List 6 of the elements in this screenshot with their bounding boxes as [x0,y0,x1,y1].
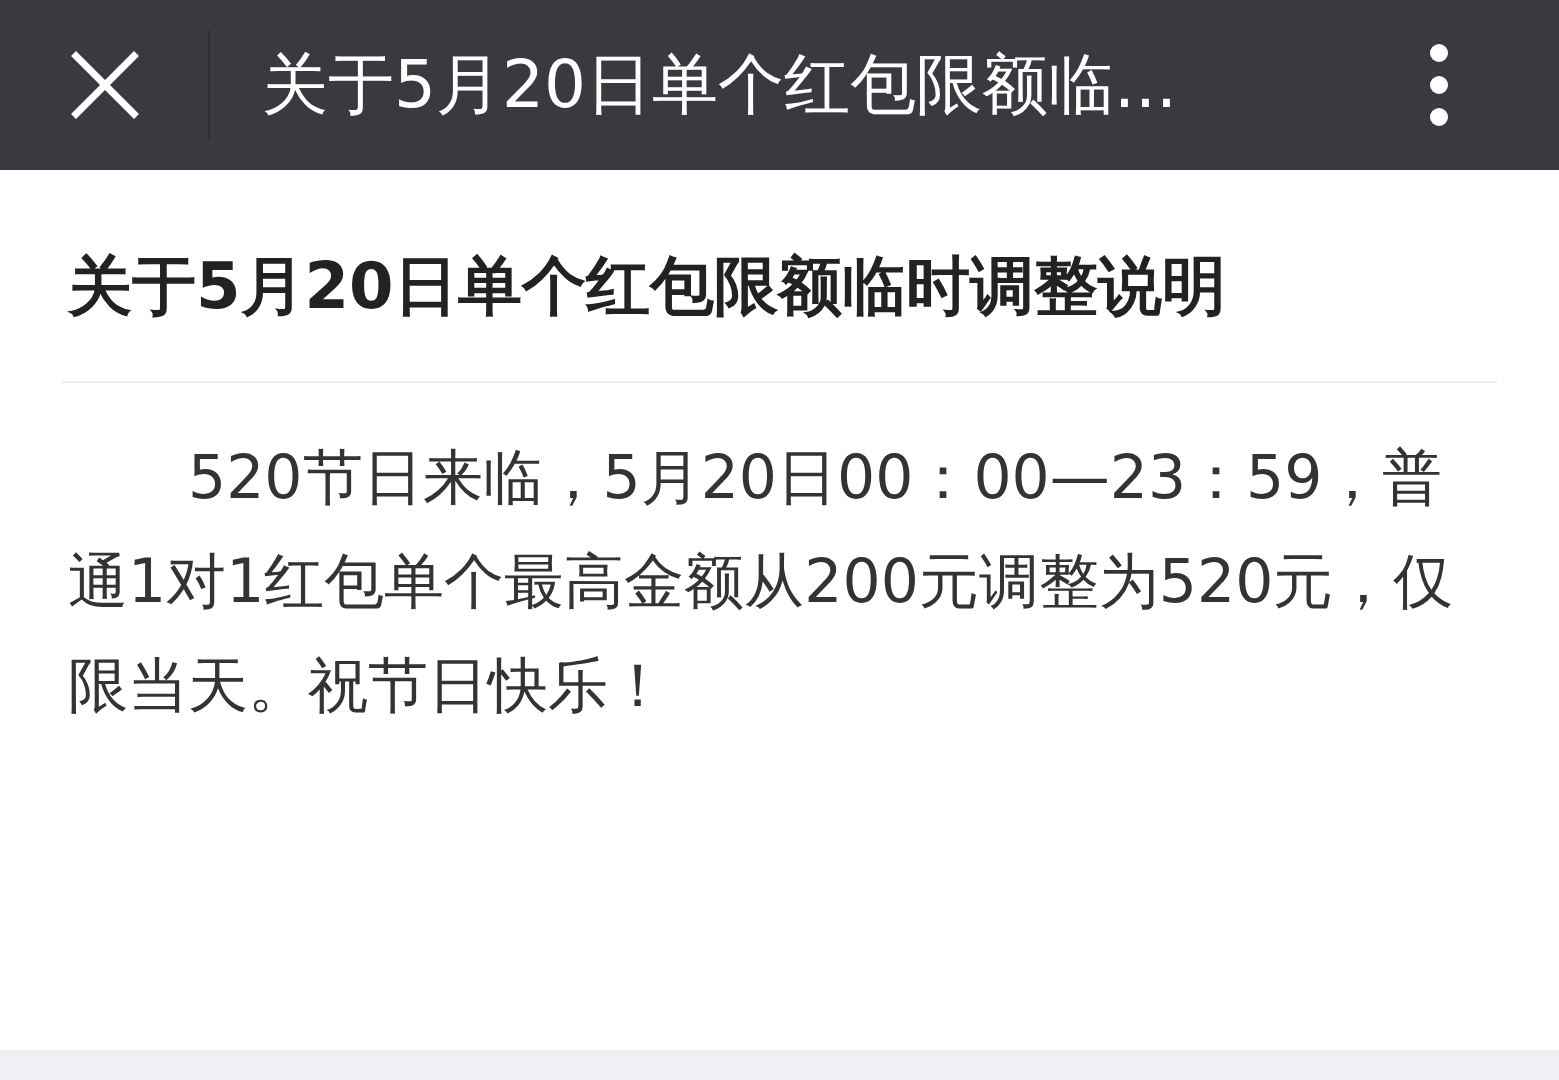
article-body: 520节日来临，5月20日00：00—23：59，普通1对1红包单个最高金额从200元调整为520元，仅限当天。祝节日快乐！ [68,440,1455,722]
close-icon [70,50,140,120]
more-icon [1427,43,1451,127]
article-title: 关于5月20日单个红包限额临时调整说明 [68,248,1227,325]
more-menu-button[interactable] [1427,43,1451,127]
window-title: 关于5月20日单个红包限额临... [262,45,1178,125]
